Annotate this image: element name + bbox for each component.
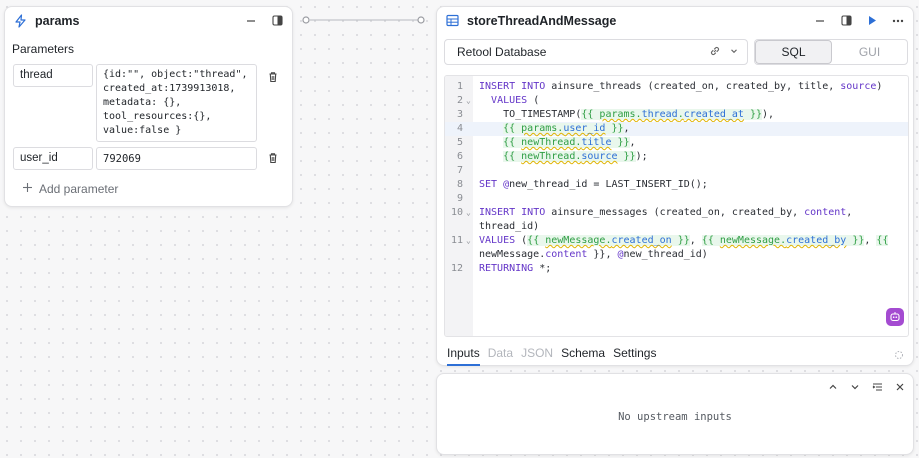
- code-text: INSERT INTO ainsure_messages (created_on…: [479, 207, 853, 218]
- line-number: 5: [456, 137, 463, 148]
- table-icon: [445, 14, 459, 28]
- line-number: 1: [456, 81, 463, 92]
- delete-param-icon[interactable]: [267, 71, 279, 83]
- sql-mode-button[interactable]: SQL: [755, 40, 832, 64]
- bottom-tabs: Inputs Data JSON Schema Settings: [447, 346, 656, 366]
- empty-inputs-message: No upstream inputs: [618, 411, 732, 423]
- line-number: 7: [456, 165, 463, 176]
- fold-chevron-icon[interactable]: ⌄: [466, 94, 471, 108]
- code-line[interactable]: 5 {{ newThread.title }},: [445, 136, 908, 150]
- line-number: 12: [450, 263, 463, 274]
- param-name-field[interactable]: thread: [13, 64, 93, 87]
- params-block[interactable]: params Parameters thread {id:"", object:…: [4, 6, 293, 207]
- code-line[interactable]: 10 ⌄ INSERT INTO ainsure_messages (created…: [445, 206, 908, 220]
- code-text: RETURNING *;: [479, 263, 552, 274]
- chevron-down-icon[interactable]: [729, 45, 739, 59]
- code-text: newMessage.content }}, @new_thread_id): [479, 249, 708, 260]
- line-number: 10: [450, 207, 463, 218]
- code-text: thread_id): [479, 221, 540, 232]
- plus-icon: [22, 182, 33, 196]
- code-line[interactable]: 3 TO_TIMESTAMP({{ params.thread.created_…: [445, 108, 908, 122]
- code-line[interactable]: 4 {{ params.user_id }},: [445, 122, 908, 136]
- tab-inputs[interactable]: Inputs: [447, 346, 480, 366]
- tab-settings[interactable]: Settings: [613, 346, 656, 366]
- line-number: 4: [456, 123, 463, 134]
- lightning-icon: [13, 13, 27, 28]
- line-number: 6: [456, 151, 463, 162]
- collapse-lines-icon[interactable]: [872, 381, 883, 395]
- minimize-icon[interactable]: [244, 14, 258, 28]
- code-text: {{ params.user_id }},: [503, 123, 630, 134]
- code-line[interactable]: 9: [445, 192, 908, 206]
- add-parameter-button[interactable]: Add parameter: [22, 182, 118, 196]
- query-header: storeThreadAndMessage: [437, 7, 913, 34]
- line-number: 3: [456, 109, 463, 120]
- code-line[interactable]: 6 {{ newThread.source }});: [445, 150, 908, 164]
- fold-chevron-icon[interactable]: ⌄: [466, 234, 471, 248]
- sql-editor[interactable]: 1 INSERT INTO ainsure_threads (created_on…: [444, 75, 909, 337]
- code-text: VALUES (: [491, 95, 540, 106]
- code-line[interactable]: 11 ⌄ VALUES ({{ newMessage.created_on }}, …: [445, 234, 908, 248]
- resource-label: Retool Database: [457, 45, 547, 59]
- tab-schema[interactable]: Schema: [561, 346, 605, 366]
- tab-data[interactable]: Data: [488, 346, 513, 366]
- code-text: SET @new_thread_id = LAST_INSERT_ID();: [479, 179, 708, 190]
- code-line[interactable]: thread_id): [445, 220, 908, 234]
- panel-toggle-icon[interactable]: [839, 14, 853, 28]
- more-icon[interactable]: [891, 14, 905, 28]
- gui-mode-button[interactable]: GUI: [832, 40, 907, 64]
- panel-toggle-icon[interactable]: [270, 14, 284, 28]
- code-line[interactable]: 2 ⌄ VALUES (: [445, 94, 908, 108]
- parameters-label: Parameters: [12, 42, 75, 56]
- inputs-panel: No upstream inputs: [436, 373, 914, 455]
- line-number: 11: [450, 235, 463, 246]
- code-line[interactable]: 8 SET @new_thread_id = LAST_INSERT_ID();: [445, 178, 908, 192]
- add-parameter-label: Add parameter: [39, 182, 119, 196]
- code-line[interactable]: 7: [445, 164, 908, 178]
- close-icon[interactable]: [895, 381, 905, 395]
- chevron-up-icon[interactable]: [828, 381, 838, 395]
- ai-assist-button[interactable]: [886, 308, 904, 326]
- fold-chevron-icon[interactable]: ⌄: [466, 206, 471, 220]
- params-header: params: [5, 7, 292, 34]
- run-icon[interactable]: [865, 14, 879, 28]
- params-title: params: [35, 13, 80, 28]
- param-name-field[interactable]: user_id: [13, 147, 93, 170]
- minimize-icon[interactable]: [813, 14, 827, 28]
- code-text: VALUES ({{ newMessage.created_on }}, {{ …: [479, 235, 889, 246]
- chevron-down-icon[interactable]: [850, 381, 860, 395]
- line-number: 2: [456, 95, 463, 106]
- param-value-field[interactable]: 792069: [96, 147, 257, 170]
- resize-handle-icon[interactable]: [894, 349, 904, 363]
- link-icon[interactable]: [709, 45, 721, 60]
- connector-line: [302, 16, 425, 24]
- code-text: {{ newThread.source }});: [503, 151, 648, 162]
- mode-toggle[interactable]: SQL GUI: [754, 39, 908, 65]
- resource-select[interactable]: Retool Database: [444, 39, 748, 65]
- code-text: TO_TIMESTAMP({{ params.thread.created_at…: [479, 109, 775, 120]
- query-title: storeThreadAndMessage: [467, 13, 617, 28]
- delete-param-icon[interactable]: [267, 152, 279, 164]
- code-text: INSERT INTO ainsure_threads (created_on,…: [479, 81, 883, 92]
- code-line[interactable]: newMessage.content }}, @new_thread_id): [445, 248, 908, 262]
- param-value-field[interactable]: {id:"", object:"thread", created_at:1739…: [96, 64, 257, 142]
- code-text: {{ newThread.title }},: [503, 137, 636, 148]
- query-block[interactable]: storeThreadAndMessage Retool Database SQ…: [436, 6, 914, 366]
- tab-json[interactable]: JSON: [521, 346, 553, 366]
- code-line[interactable]: 1 INSERT INTO ainsure_threads (created_on…: [445, 80, 908, 94]
- line-number: 9: [456, 193, 463, 204]
- code-line[interactable]: 12 RETURNING *;: [445, 262, 908, 276]
- line-number: 8: [456, 179, 463, 190]
